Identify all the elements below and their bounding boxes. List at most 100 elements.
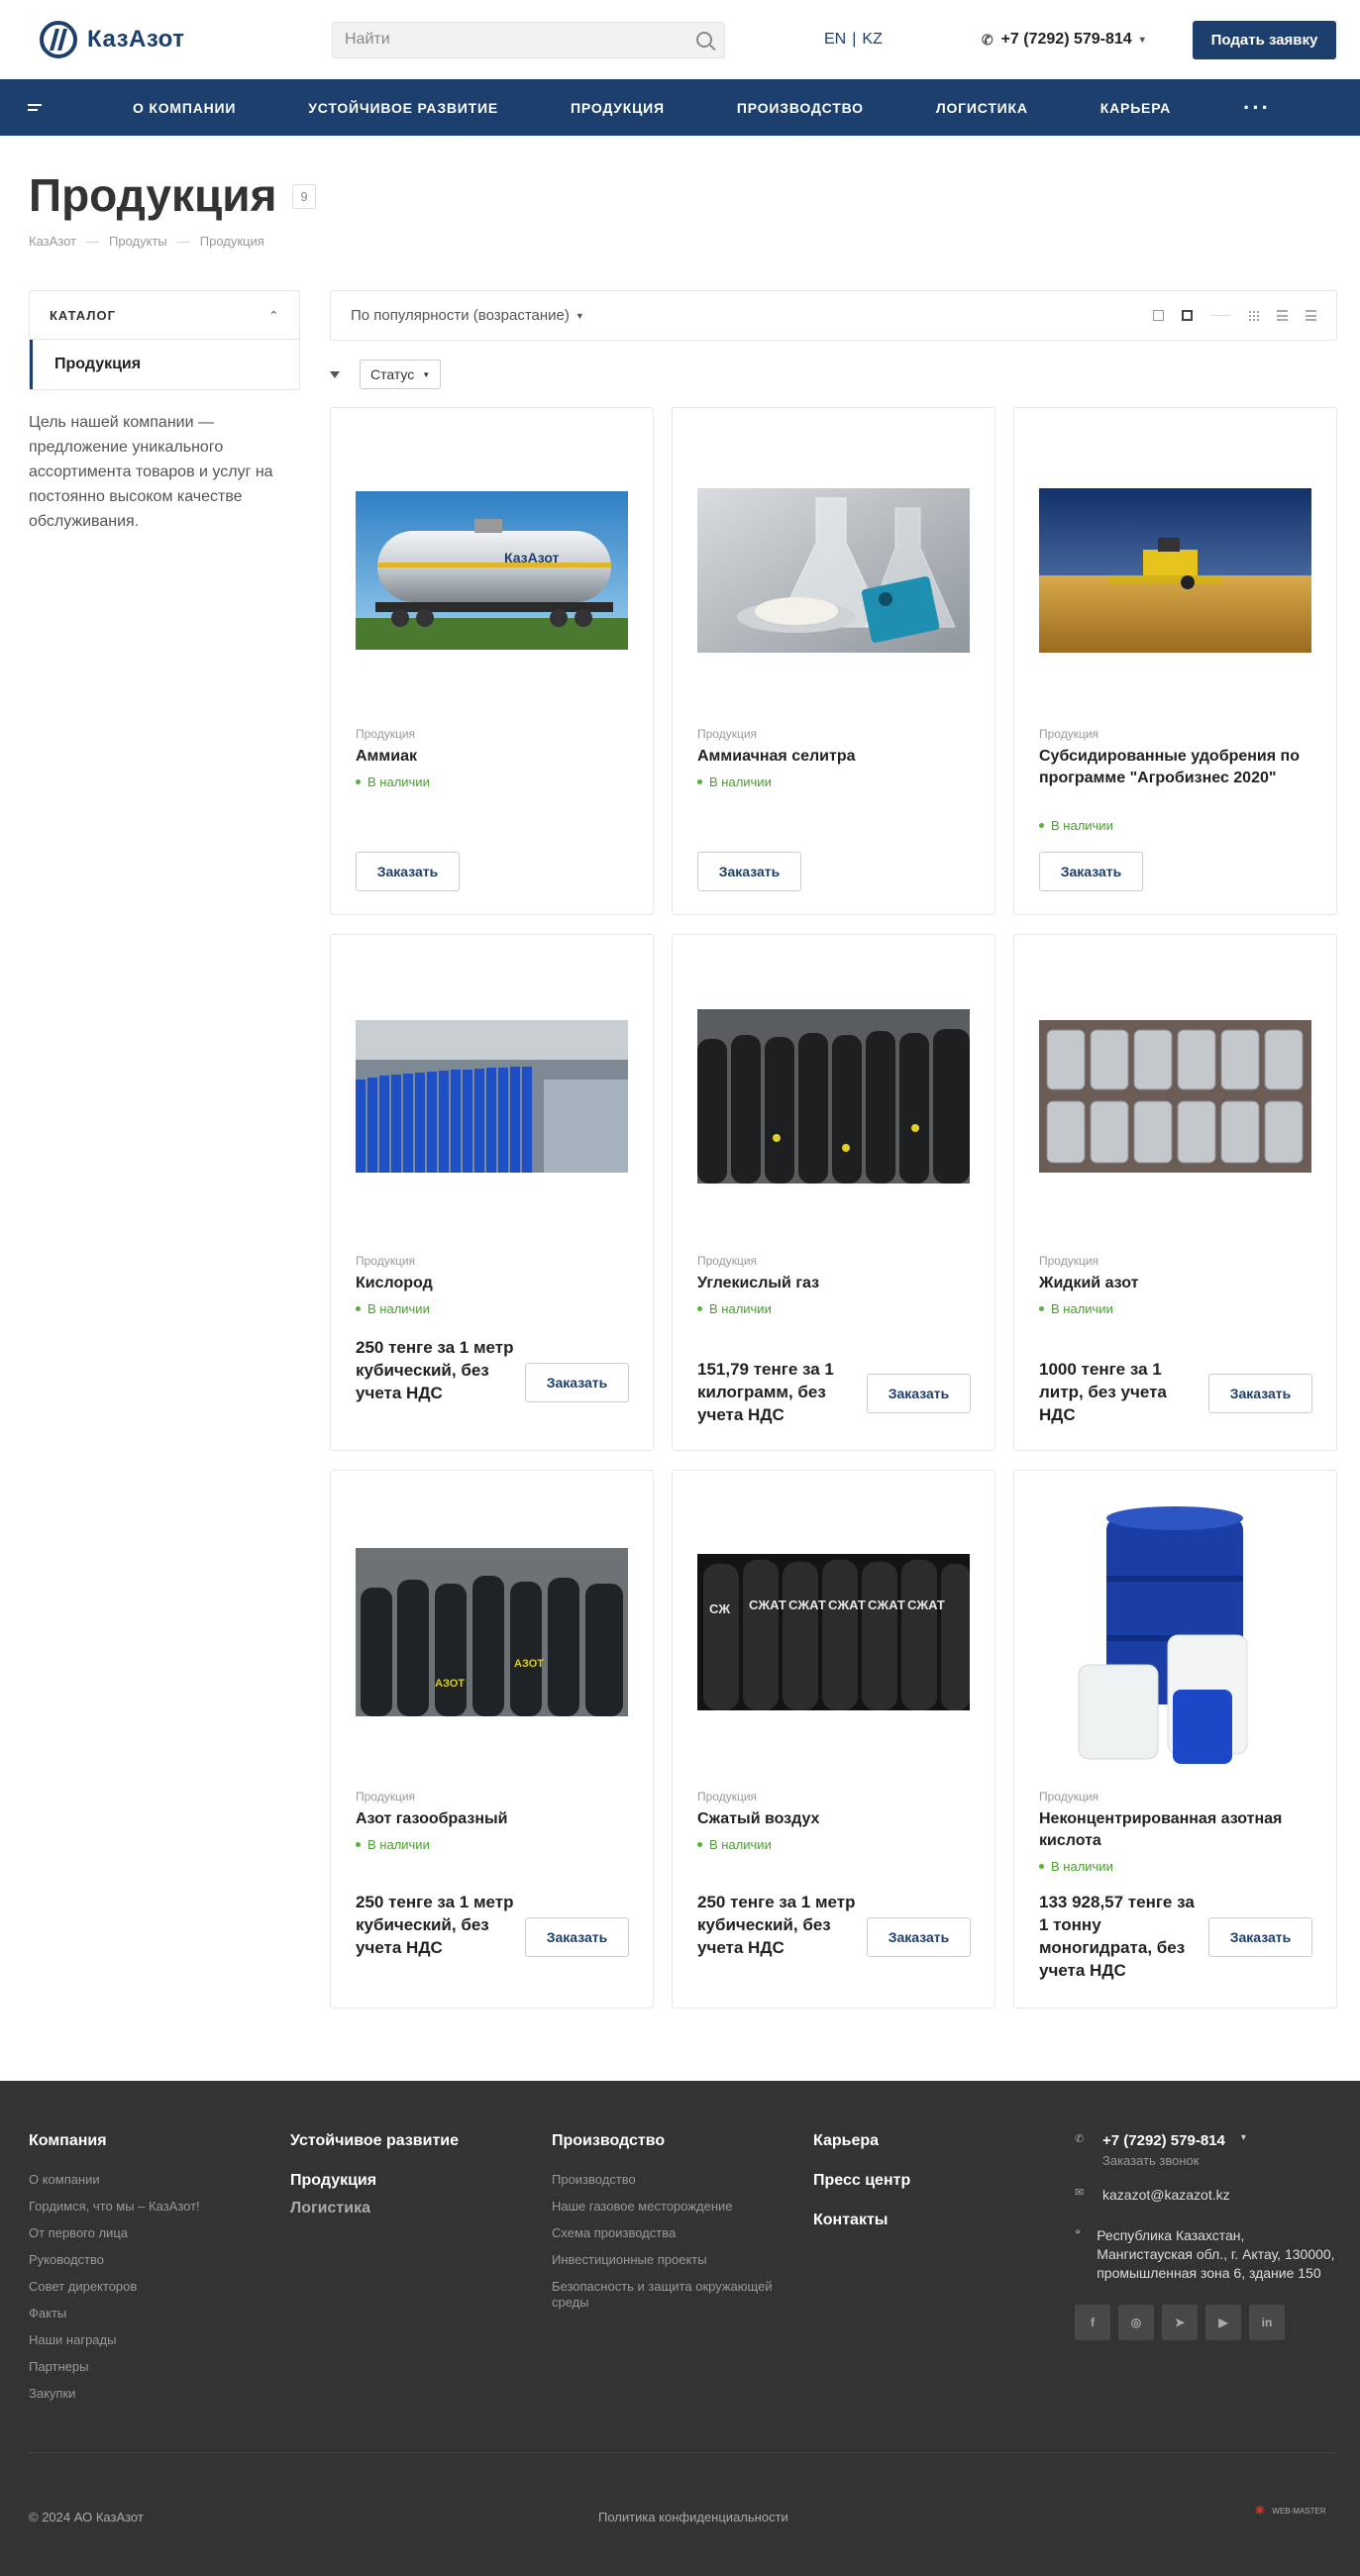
product-card[interactable]: СЖ СЖАТ СЖАТ СЖАТ СЖАТ СЖАТ Продукция Сжатый … (672, 1470, 995, 2009)
footer-link-logistics[interactable]: Логистика (290, 2200, 459, 2217)
footer-link[interactable]: От первого лица (29, 2225, 200, 2241)
order-button[interactable]: Заказать (1208, 1374, 1312, 1413)
header-phone[interactable]: ✆ +7 (7292) 579-814 ▾ (982, 31, 1145, 49)
footer-link[interactable]: Совет директоров (29, 2279, 200, 2295)
catalog-item-products[interactable]: Продукция (30, 340, 299, 389)
nav-item-logistics[interactable]: Логистика (936, 100, 1028, 116)
youtube-icon[interactable]: ▶ (1205, 2305, 1241, 2340)
product-name[interactable]: Аммиачная селитра (697, 746, 970, 768)
footer-heading[interactable]: Компания (29, 2132, 200, 2150)
order-button[interactable]: Заказать (867, 1917, 971, 1957)
footer-link[interactable]: О компании (29, 2172, 200, 2188)
product-price: 1000 тенге за 1 литр, без учета НДС (1039, 1360, 1167, 1424)
developer-logo[interactable]: ✷ WEB-MASTER (1253, 2501, 1326, 2521)
nav-item-career[interactable]: Карьера (1100, 100, 1171, 116)
product-name[interactable]: Сжатый воздух (697, 1808, 970, 1830)
footer-link[interactable]: Гордимся, что мы – КазАзот! (29, 2199, 200, 2215)
product-image-harvester-field[interactable] (1039, 488, 1311, 653)
order-button[interactable]: Заказать (1208, 1917, 1312, 1957)
product-name[interactable]: Жидкий азот (1039, 1273, 1311, 1294)
product-image-tank-wagon[interactable]: КазАзот (356, 491, 628, 650)
footer-link[interactable]: Закупки (29, 2386, 200, 2402)
order-button[interactable]: Заказать (697, 852, 801, 891)
view-separator (1210, 315, 1230, 316)
footer-link[interactable]: Факты (29, 2306, 200, 2321)
instagram-icon[interactable]: ◎ (1118, 2305, 1154, 2340)
footer-link[interactable]: Партнеры (29, 2359, 200, 2375)
product-card[interactable]: АЗОТ АЗОТ Продукция Азот газообразный В н… (330, 1470, 654, 2009)
product-name[interactable]: Субсидированные удобрения по программе "… (1039, 746, 1311, 789)
product-card[interactable]: Продукция Кислород В наличии 250 тенге з… (330, 934, 654, 1451)
product-card[interactable]: Продукция Углекислый газ В наличии 151,7… (672, 934, 995, 1451)
product-card[interactable]: КазАзот Продукция Аммиак В наличии Заказ… (330, 407, 654, 915)
product-name[interactable]: Неконцентрированная азотная кислота (1039, 1808, 1311, 1852)
nav-more-icon[interactable]: ··· (1243, 96, 1271, 118)
footer-link[interactable]: Схема производства (552, 2225, 809, 2241)
view-large-tiles-icon[interactable] (1182, 310, 1193, 321)
catalog-header[interactable]: КАТАЛОГ ⌃ (30, 291, 299, 340)
view-small-tiles-icon[interactable] (1153, 310, 1164, 321)
product-name[interactable]: Кислород (356, 1273, 628, 1294)
view-grid-icon[interactable] (1248, 310, 1259, 321)
footer-link-press[interactable]: Пресс центр (813, 2172, 910, 2190)
footer-link[interactable]: Производство (552, 2172, 809, 2188)
product-card[interactable]: Продукция Субсидированные удобрения по п… (1013, 407, 1337, 915)
product-name[interactable]: Азот газообразный (356, 1808, 628, 1830)
site-logo[interactable]: КазАзот (40, 21, 292, 58)
filter-icon[interactable] (330, 370, 340, 378)
footer-heading[interactable]: Устойчивое развитие (290, 2132, 459, 2150)
lang-kz-link[interactable]: KZ (862, 31, 882, 49)
linkedin-icon[interactable]: in (1249, 2305, 1285, 2340)
nav-item-production[interactable]: Производство (737, 100, 864, 116)
svg-text:АЗОТ: АЗОТ (514, 1658, 544, 1670)
product-image-nitrogen-cylinders[interactable]: АЗОТ АЗОТ (356, 1548, 628, 1716)
order-button[interactable]: Заказать (867, 1374, 971, 1413)
product-name[interactable]: Аммиак (356, 746, 628, 768)
facebook-icon[interactable]: f (1075, 2305, 1110, 2340)
status-filter-button[interactable]: Статус ▼ (360, 360, 442, 389)
nav-item-sustainability[interactable]: Устойчивое развитие (308, 100, 498, 116)
product-image-lab-flasks[interactable] (697, 488, 970, 653)
callback-link[interactable]: Заказать звонок (1102, 2153, 1337, 2168)
telegram-icon[interactable]: ➤ (1162, 2305, 1198, 2340)
sort-dropdown[interactable]: По популярности (возрастание) (351, 307, 570, 324)
product-image-air-cylinders[interactable]: СЖ СЖАТ СЖАТ СЖАТ СЖАТ СЖАТ (697, 1554, 970, 1710)
view-table-icon[interactable] (1306, 310, 1316, 321)
order-button[interactable]: Заказать (525, 1917, 629, 1957)
lang-en-link[interactable]: EN (824, 31, 846, 49)
breadcrumb-item[interactable]: КазАзот (29, 234, 76, 249)
product-name[interactable]: Углекислый газ (697, 1273, 970, 1294)
footer-link[interactable]: Руководство (29, 2252, 200, 2268)
footer-link-career[interactable]: Карьера (813, 2132, 910, 2150)
view-list-icon[interactable] (1277, 310, 1288, 321)
footer-phone-row[interactable]: ✆ +7 (7292) 579-814 ▾ (1075, 2132, 1337, 2149)
page-title: Продукция (29, 169, 277, 221)
order-button[interactable]: Заказать (356, 852, 460, 891)
footer-heading[interactable]: Производство (552, 2132, 809, 2150)
order-button[interactable]: Заказать (1039, 852, 1143, 891)
product-image-blue-cylinders[interactable] (356, 1020, 628, 1173)
menu-burger-icon[interactable] (28, 104, 44, 111)
search-input[interactable] (345, 31, 696, 49)
nav-item-about[interactable]: О компании (133, 100, 236, 116)
product-image-acid-containers[interactable] (1039, 1496, 1311, 1769)
product-card[interactable]: Продукция Неконцентрированная азотная ки… (1013, 1470, 1337, 2009)
product-card[interactable]: Продукция Аммиачная селитра В наличии За… (672, 407, 995, 915)
footer-link-contacts[interactable]: Контакты (813, 2212, 910, 2229)
nav-item-products[interactable]: Продукция (571, 100, 665, 116)
product-card[interactable]: Продукция Жидкий азот В наличии 1000 тен… (1013, 934, 1337, 1451)
privacy-policy-link[interactable]: Политика конфиденциальности (598, 2510, 788, 2524)
order-button[interactable]: Заказать (525, 1363, 629, 1402)
footer-link-products[interactable]: Продукция (290, 2172, 459, 2190)
footer-link[interactable]: Инвестиционные проекты (552, 2252, 809, 2268)
apply-button[interactable]: Подать заявку (1193, 20, 1336, 59)
breadcrumb-item[interactable]: Продукты (109, 234, 167, 249)
sidebar-description: Цель нашей компании — предложение уникал… (29, 414, 273, 530)
footer-link[interactable]: Наше газовое месторождение (552, 2199, 809, 2215)
product-image-black-cylinders[interactable] (697, 1009, 970, 1184)
search-icon[interactable] (696, 32, 712, 48)
footer-link[interactable]: Наши награды (29, 2332, 200, 2348)
footer-email[interactable]: kazazot@kazazot.kz (1102, 2186, 1230, 2205)
product-image-dewar-flasks[interactable] (1039, 1020, 1311, 1173)
footer-link[interactable]: Безопасность и защита окружающей среды (552, 2279, 809, 2311)
